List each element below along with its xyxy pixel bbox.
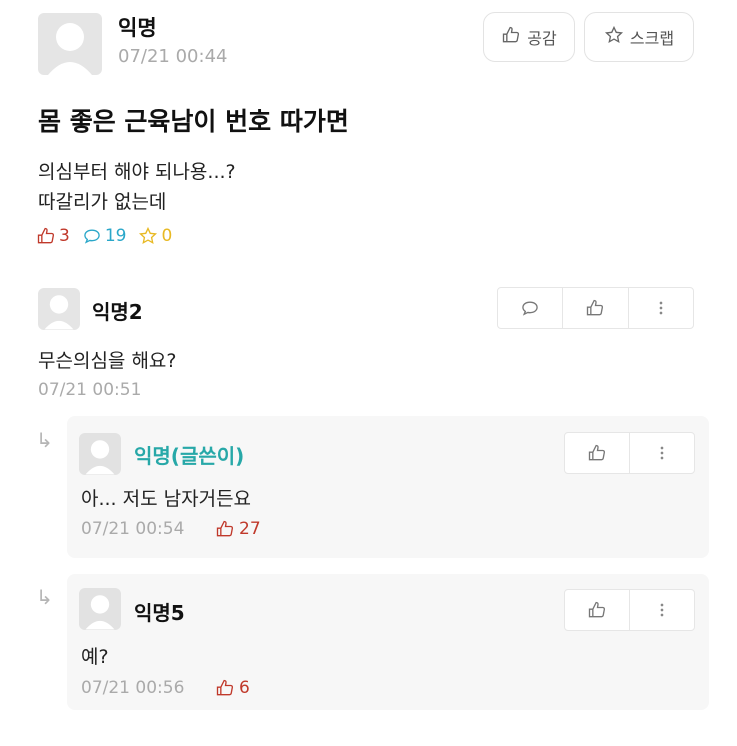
post-scrap-stat: 0: [138, 226, 172, 246]
reply-like-button[interactable]: [565, 590, 629, 630]
reply-like-count: 27: [239, 519, 261, 539]
reply-like-stat: 27: [215, 519, 261, 539]
post-like-stat: 3: [36, 226, 70, 246]
like-button-label: 공감: [527, 29, 557, 48]
comment-like-button[interactable]: [562, 288, 627, 328]
reply-avatar: [79, 433, 121, 475]
thumbs-up-icon: [588, 601, 606, 618]
avatar-placeholder-icon: [48, 23, 92, 75]
star-icon: [604, 25, 624, 49]
reply-button[interactable]: [498, 288, 562, 328]
post-comment-count: 19: [104, 226, 127, 246]
comment-author-name: 익명2: [92, 300, 143, 324]
more-options-button[interactable]: [629, 433, 694, 473]
reply-arrow-icon: ↳: [36, 428, 53, 452]
thumbs-up-icon: [588, 444, 606, 461]
avatar-placeholder-icon: [85, 440, 115, 475]
reply-action-bar: [564, 589, 695, 631]
more-vertical-icon: [659, 301, 663, 315]
comment-action-bar: [497, 287, 694, 329]
post-like-count: 3: [59, 226, 70, 246]
reply-like-stat: 6: [215, 678, 250, 698]
post-author-name: 익명: [118, 16, 157, 40]
reply-author-name: 익명(글쓴이): [134, 444, 245, 468]
more-vertical-icon: [660, 603, 664, 617]
reply-action-bar: [564, 432, 695, 474]
thumbs-up-icon: [216, 520, 234, 537]
reply-time: 07/21 00:56: [81, 678, 185, 698]
comment-bubble-icon: [84, 229, 100, 244]
thumbs-up-icon: [587, 299, 604, 316]
reply-time: 07/21 00:54: [81, 519, 185, 539]
more-vertical-icon: [660, 446, 664, 460]
post-author-avatar: [38, 13, 102, 75]
more-options-button[interactable]: [629, 590, 694, 630]
thumbs-up-icon: [501, 25, 521, 49]
reply-like-count: 6: [239, 678, 250, 698]
reply-like-button[interactable]: [565, 433, 629, 473]
thumbs-up-icon: [37, 227, 55, 244]
like-button[interactable]: 공감: [483, 12, 575, 62]
post-title: 몸 좋은 근육남이 번호 따가면: [38, 107, 349, 136]
avatar-placeholder-icon: [85, 595, 115, 630]
scrap-button-label: 스크랩: [629, 29, 675, 48]
reply-arrow-icon: ↳: [36, 585, 53, 609]
thumbs-up-icon: [216, 679, 234, 696]
reply-card: 익명(글쓴이) 아... 저도 남자거든요 07/21 00:54 27: [67, 416, 709, 558]
comment-avatar: [38, 288, 80, 330]
comment-time: 07/21 00:51: [38, 380, 142, 400]
reply-text: 예?: [81, 646, 109, 668]
reply-author-name: 익명5: [134, 601, 185, 625]
scrap-button[interactable]: 스크랩: [584, 12, 694, 62]
post-scrap-count: 0: [161, 226, 173, 246]
post-comment-stat: 19: [82, 226, 127, 246]
avatar-placeholder-icon: [44, 295, 74, 330]
star-icon: [139, 226, 158, 244]
post-body-line-2: 따갈리가 없는데: [38, 191, 167, 213]
reply-card: 익명5 예? 07/21 00:56 6: [67, 574, 709, 710]
more-options-button[interactable]: [627, 288, 693, 328]
comment-bubble-icon: [522, 301, 538, 316]
post-body-line-1: 의심부터 해야 되나용...?: [38, 161, 236, 183]
reply-avatar: [79, 588, 121, 630]
post-stats: 3 19 0: [36, 226, 184, 246]
post-time: 07/21 00:44: [118, 46, 228, 67]
comment-text: 무슨의심을 해요?: [38, 350, 177, 372]
reply-text: 아... 저도 남자거든요: [81, 488, 252, 510]
